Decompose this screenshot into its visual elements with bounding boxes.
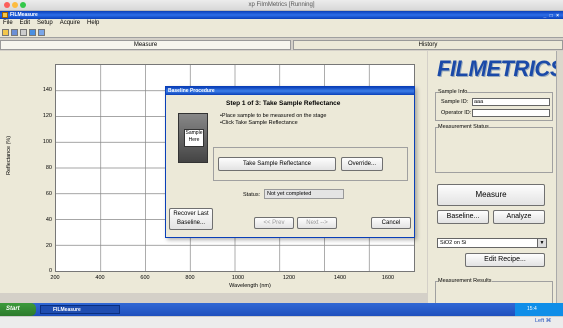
x-axis-label: Wavelength (nm) [200, 283, 300, 289]
help-icon[interactable] [29, 29, 36, 36]
tray-clock: 15:4 [527, 306, 537, 312]
camera-icon[interactable] [38, 29, 45, 36]
instructions: •Place sample to be measured on the stag… [220, 113, 327, 127]
recover-line-2: Baseline... [176, 220, 206, 226]
sample-label: Sample [185, 130, 203, 136]
system-tray: 15:4 [515, 303, 563, 316]
recipe-select-value: SiO2 on Si [440, 240, 467, 246]
menu-setup[interactable]: Setup [37, 19, 53, 28]
here-label: Here [188, 137, 200, 143]
host-window-titlebar: xp FilmMetrics [Running] [0, 0, 563, 11]
edit-recipe-button[interactable]: Edit Recipe... [465, 253, 545, 267]
app-title: FILMeasure [10, 12, 38, 18]
y-tick-label: 40 [45, 217, 52, 223]
next-button[interactable]: Next --> [297, 217, 337, 229]
host-keyboard-indicator: Left ⌘ [535, 318, 552, 324]
y-tick-label: 120 [42, 113, 52, 119]
y-tick-label: 140 [42, 87, 52, 93]
menu-bar: File Edit Setup Acquire Help [0, 19, 563, 28]
y-axis-label: Reflectance (%) [6, 135, 12, 175]
operator-id-input[interactable] [472, 109, 550, 117]
x-tick-label: 800 [185, 275, 195, 281]
recipe-select[interactable]: SiO2 on Si ▼ [437, 238, 547, 248]
y-tick-label: 20 [45, 243, 52, 249]
y-tick-label: 80 [45, 165, 52, 171]
print-icon[interactable] [20, 29, 27, 36]
sample-id-label: Sample ID: [441, 99, 469, 105]
recover-last-baseline-button[interactable]: Recover Last Baseline... [169, 208, 213, 230]
x-tick-label: 600 [140, 275, 150, 281]
y-tick-label: 60 [45, 191, 52, 197]
host-status-strip: Left ⌘ [0, 316, 563, 328]
sample-here-card: Sample Here [184, 129, 204, 147]
step-title: Step 1 of 3: Take Sample Reflectance [226, 100, 341, 107]
x-tick-label: 200 [50, 275, 60, 281]
override-button[interactable]: Override... [341, 157, 383, 171]
measurement-status-group [435, 127, 553, 173]
app-icon [2, 12, 8, 18]
dialog-title: Baseline Procedure [166, 87, 414, 95]
host-window-title: xp FilmMetrics [Running] [248, 2, 315, 8]
instruction-1: •Place sample to be measured on the stag… [220, 113, 327, 119]
status-label: Status: [243, 192, 261, 198]
y-tick-label: 100 [42, 139, 52, 145]
taskbar: Start FILMeasure 15:4 [0, 303, 563, 316]
measure-button[interactable]: Measure [437, 184, 545, 206]
x-tick-label: 400 [95, 275, 105, 281]
status-value: Not yet completed [264, 189, 344, 199]
menu-file[interactable]: File [3, 19, 13, 28]
right-scrollbar[interactable] [556, 51, 563, 309]
operator-id-label: Operator ID: [441, 110, 472, 116]
take-sample-reflectance-button[interactable]: Take Sample Reflectance [218, 157, 336, 171]
x-tick-label: 1400 [333, 275, 347, 281]
x-tick-label: 1000 [231, 275, 245, 281]
analyze-button[interactable]: Analyze [493, 210, 545, 224]
baseline-procedure-dialog: Baseline Procedure Step 1 of 3: Take Sam… [165, 86, 415, 238]
open-folder-icon[interactable] [2, 29, 9, 36]
sample-id-input[interactable]: aaa [472, 98, 550, 106]
sample-info-label: Sample Info [438, 89, 468, 95]
taskbar-item-filmeasure[interactable]: FILMeasure [40, 305, 120, 314]
start-button[interactable]: Start [0, 303, 36, 316]
main-tabs: Measure History [0, 40, 563, 50]
x-tick-label: 1200 [282, 275, 296, 281]
instruction-2: •Click Take Sample Reflectance [220, 120, 298, 126]
baseline-button[interactable]: Baseline... [437, 210, 489, 224]
tab-history[interactable]: History [293, 40, 563, 50]
y-tick-label: 0 [48, 268, 52, 274]
x-tick-label: 1600 [381, 275, 395, 281]
toolbar [0, 28, 563, 38]
recover-line-1: Recover Last [173, 211, 209, 217]
app-titlebar: FILMeasure _ □ × [0, 11, 563, 19]
menu-edit[interactable]: Edit [20, 19, 30, 28]
menu-help[interactable]: Help [87, 19, 99, 28]
filmetrics-logo: FILMETRICS [437, 56, 563, 81]
x-axis-label-word: Wavelength [229, 283, 258, 289]
save-icon[interactable] [11, 29, 18, 36]
prev-button[interactable]: << Prev [254, 217, 294, 229]
measurement-status-label: Measurement Status [438, 124, 489, 130]
x-axis-label-unit: (nm) [259, 283, 271, 289]
measurement-results-label: Measurement Results [438, 278, 492, 284]
menu-acquire[interactable]: Acquire [60, 19, 80, 28]
dropdown-arrow-icon[interactable]: ▼ [537, 239, 546, 247]
tab-measure[interactable]: Measure [0, 40, 291, 50]
cancel-button[interactable]: Cancel [371, 217, 411, 229]
measurement-results-group [435, 281, 553, 305]
